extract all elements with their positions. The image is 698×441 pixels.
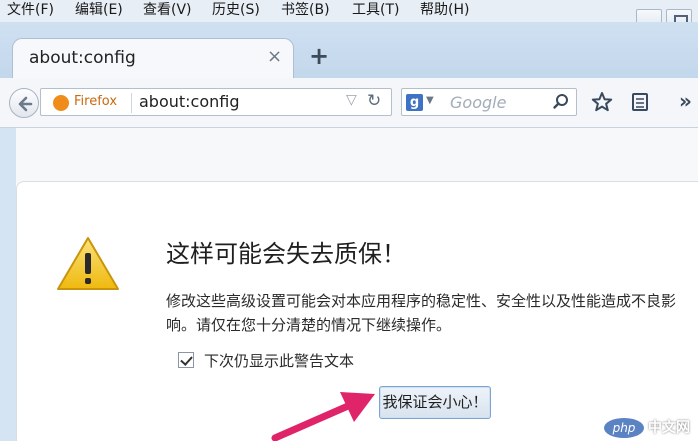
show-warning-checkbox[interactable] [178,352,194,368]
show-warning-label[interactable]: 下次仍显示此警告文本 [204,350,354,371]
identity-label: Firefox [74,94,118,109]
bookmarks-menu-icon[interactable] [630,92,650,112]
firefox-identity-icon [53,95,69,111]
close-tab-icon[interactable]: × [267,48,282,66]
engine-caret-icon[interactable]: ▼ [426,95,434,106]
tab-title: about:config [29,48,136,68]
menu-history[interactable]: 历史(S) [212,1,260,19]
reload-icon[interactable]: ↻ [367,91,381,111]
tab-about-config[interactable]: about:config × [12,38,294,78]
menu-tools[interactable]: 工具(T) [352,1,399,19]
url-separator [131,93,132,113]
warning-title: 这样可能会失去质保！ [166,240,406,268]
history-dropmarker-icon[interactable]: ▽ [346,92,357,108]
accept-risk-button[interactable]: 我保证会小心！ [379,386,491,419]
url-input[interactable]: about:config [139,92,240,111]
search-input[interactable]: Google [450,93,506,112]
search-go-icon[interactable] [552,93,570,111]
overflow-chevron-icon[interactable]: » [679,89,692,113]
menu-file[interactable]: 文件(F) [7,1,54,19]
menu-edit[interactable]: 编辑(E) [75,1,123,19]
menu-help[interactable]: 帮助(H) [420,1,469,19]
new-tab-button[interactable]: + [309,43,329,69]
url-bar[interactable]: Firefox about:config ▽ ↻ [40,88,392,116]
warning-description: 修改这些高级设置可能会对本应用程序的稳定性、安全性以及性能造成不良影响。请仅在您… [166,292,677,334]
menu-bar: 文件(F) 编辑(E) 查看(V) 历史(S) 书签(B) 工具(T) 帮助(H… [0,0,698,22]
menu-view[interactable]: 查看(V) [143,1,192,19]
watermark-logo: php [604,418,644,438]
back-arrow-icon [18,96,33,112]
bookmark-star-icon[interactable] [591,91,613,113]
back-button[interactable] [9,88,39,118]
google-engine-icon[interactable]: g [406,94,423,111]
menu-bookmarks[interactable]: 书签(B) [281,1,330,19]
warning-triangle-icon [57,237,119,290]
watermark-text: 中文网 [648,420,690,436]
site-watermark: php 中文网 [604,418,698,441]
search-bar[interactable]: g ▼ Google [401,88,577,116]
pointer-arrow-icon [271,392,375,441]
